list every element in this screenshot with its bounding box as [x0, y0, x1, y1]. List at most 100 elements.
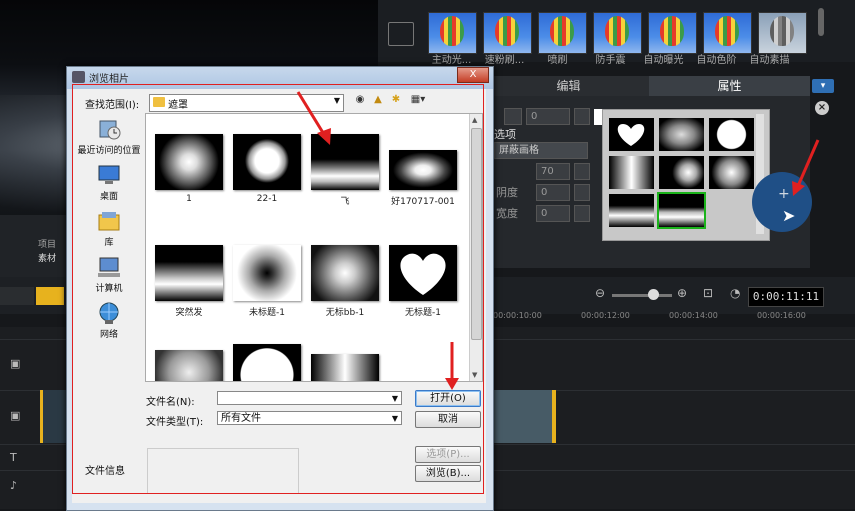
view-menu-icon[interactable]: ▦▾: [408, 94, 428, 106]
balloon-icon: [660, 16, 684, 46]
chevron-down-icon: ▼: [333, 96, 340, 105]
filter-thumb[interactable]: [483, 12, 532, 54]
folder-icon: [153, 97, 165, 107]
balloon-icon: [440, 16, 464, 46]
dialog-titlebar[interactable]: 浏览相片 X: [67, 67, 493, 89]
filter-thumb[interactable]: [428, 12, 477, 54]
filename-input[interactable]: ▼: [217, 391, 402, 405]
panel-tabs: 编辑 属性: [488, 76, 810, 96]
place-recent[interactable]: 最近访问的位置: [74, 117, 144, 156]
fit-icon[interactable]: ⊡: [703, 286, 713, 300]
zoom-out-icon[interactable]: ⊖: [595, 286, 605, 300]
filter-thumb[interactable]: [538, 12, 587, 54]
filter-thumb[interactable]: [703, 12, 752, 54]
file-name: 1: [186, 194, 192, 204]
places-bar: 最近访问的位置 桌面 库 计算机 网络: [74, 117, 144, 377]
dialog-title: 浏览相片: [89, 74, 129, 85]
library-scrollbar[interactable]: [818, 8, 824, 36]
filter-thumb[interactable]: [648, 12, 697, 54]
timeline-view-toggle[interactable]: [0, 287, 34, 305]
filter-thumb[interactable]: [758, 12, 807, 54]
file-item[interactable]: 飞: [306, 134, 384, 207]
value-field-4[interactable]: 0: [536, 205, 570, 222]
fileinfo-label: 文件信息: [85, 466, 125, 477]
open-button[interactable]: 打开(O): [415, 390, 481, 407]
cancel-button[interactable]: 取消: [415, 411, 481, 428]
file-item[interactable]: 1: [150, 134, 228, 204]
storyboard-view-button[interactable]: [36, 287, 64, 305]
file-item[interactable]: [306, 354, 384, 381]
filter-thumb[interactable]: [593, 12, 642, 54]
timecode-display[interactable]: 0:00:11:11: [748, 287, 824, 307]
scrollbar-thumb[interactable]: [471, 128, 482, 340]
file-item[interactable]: 突然发: [150, 245, 228, 318]
mask-radial[interactable]: [709, 156, 754, 189]
filename-label: 文件名(N):: [146, 397, 195, 408]
new-folder-icon[interactable]: ✱: [390, 94, 402, 106]
mask-mode-select[interactable]: 屏蔽画格: [494, 142, 588, 159]
panel-label-project[interactable]: 项目: [38, 237, 56, 250]
mask-circle[interactable]: [709, 118, 754, 151]
zoom-in-icon[interactable]: ⊕: [677, 286, 687, 300]
place-desktop[interactable]: 桌面: [74, 163, 144, 202]
mask-cloud-horizon[interactable]: [657, 192, 706, 229]
file-item[interactable]: 未标题-1: [228, 245, 306, 318]
stepper[interactable]: [574, 205, 590, 222]
scroll-up-icon[interactable]: ▲: [472, 116, 477, 124]
ruler-tick: 00:00:10:00: [493, 311, 542, 320]
place-computer[interactable]: 计算机: [74, 255, 144, 294]
checkbox[interactable]: [504, 108, 522, 125]
file-item[interactable]: 无标bb-1: [306, 245, 384, 318]
file-item[interactable]: 无标题-1: [384, 245, 462, 318]
chevron-down-icon[interactable]: ▾: [812, 79, 834, 93]
options-button[interactable]: 选项(P)...: [415, 446, 481, 463]
file-item[interactable]: [228, 344, 306, 381]
zoom-slider-knob[interactable]: [648, 289, 659, 300]
file-thumbnail: [389, 150, 457, 190]
title-track-icon[interactable]: T: [10, 451, 17, 464]
overlay-clip-start[interactable]: [40, 390, 69, 443]
zoom-slider[interactable]: [612, 294, 672, 297]
place-network[interactable]: 网络: [74, 301, 144, 340]
tab-edit[interactable]: 编辑: [488, 76, 649, 96]
stepper[interactable]: [574, 108, 590, 125]
value-field-3[interactable]: 0: [536, 184, 570, 201]
place-label: 桌面: [99, 192, 118, 202]
file-item[interactable]: 22-1: [228, 134, 306, 204]
lookin-select[interactable]: 遮罩 ▼: [149, 94, 344, 112]
overlay-track-icon[interactable]: ▣: [10, 409, 20, 422]
tab-attributes[interactable]: 属性: [649, 76, 810, 96]
filetype-select[interactable]: 所有文件 ▼: [217, 411, 402, 425]
browse-button[interactable]: 浏览(B)...: [415, 465, 481, 482]
value-field-2[interactable]: 70: [536, 163, 570, 180]
film-icon[interactable]: [388, 22, 414, 46]
value-field-1[interactable]: 0: [526, 108, 570, 125]
chevron-down-icon[interactable]: ▼: [392, 412, 398, 426]
file-item[interactable]: [150, 350, 228, 381]
video-track-icon[interactable]: ▣: [10, 357, 20, 370]
stepper[interactable]: [574, 163, 590, 180]
mask-gradient-vertical[interactable]: [609, 156, 654, 189]
mask-horizon[interactable]: [609, 194, 654, 227]
timeline-ruler[interactable]: 00:00:10:00 00:00:12:00 00:00:14:00 00:0…: [485, 307, 825, 327]
heart-icon: [617, 124, 645, 146]
mask-soft-dot[interactable]: [659, 156, 704, 189]
up-folder-icon[interactable]: ▲: [372, 94, 384, 106]
file-name: 22-1: [256, 194, 278, 204]
audio-track-icon[interactable]: ♪: [10, 479, 17, 492]
panel-label-media[interactable]: 素材: [38, 251, 56, 264]
ruler-tick: 00:00:12:00: [581, 311, 630, 320]
mask-cloud[interactable]: [659, 118, 704, 151]
close-icon[interactable]: ×: [815, 101, 829, 115]
scroll-down-icon[interactable]: ▼: [472, 371, 477, 379]
dialog-close-button[interactable]: X: [457, 67, 489, 83]
file-item[interactable]: 好170717-001: [384, 134, 462, 207]
back-icon[interactable]: ◉: [354, 94, 366, 106]
stepper[interactable]: [574, 184, 590, 201]
file-name: 好170717-001: [391, 197, 455, 207]
mask-heart[interactable]: [609, 118, 654, 151]
overlay-clip[interactable]: [485, 390, 556, 443]
file-list-scrollbar[interactable]: ▲ ▼: [469, 114, 482, 381]
place-libraries[interactable]: 库: [74, 209, 144, 248]
chevron-down-icon[interactable]: ▼: [392, 392, 398, 406]
